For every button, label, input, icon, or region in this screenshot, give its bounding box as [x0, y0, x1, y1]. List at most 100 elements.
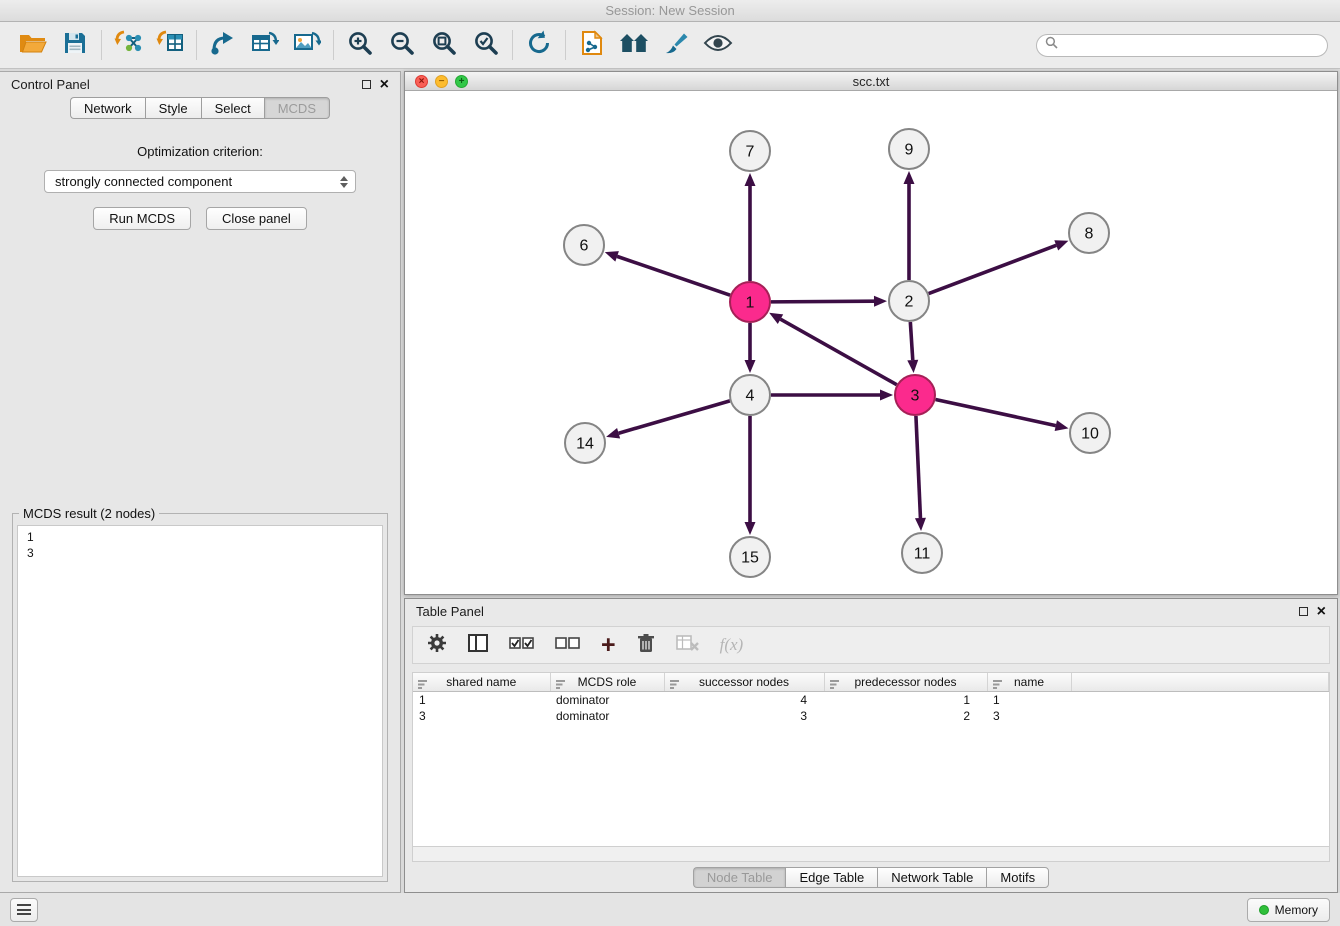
cell-filler: [1071, 708, 1329, 724]
right-side: × − + scc.txt 7968124314101511 Table Pan…: [404, 71, 1338, 893]
table-panel-title: Table Panel: [416, 604, 484, 619]
graph-edge-2-3[interactable]: [910, 322, 912, 360]
table-tab-network-table[interactable]: Network Table: [877, 867, 986, 888]
window-minimize-button[interactable]: −: [435, 75, 448, 88]
function-builder-button[interactable]: f(x): [720, 635, 744, 655]
graph-edge-3-10[interactable]: [936, 399, 1056, 425]
network-window-titlebar[interactable]: × − + scc.txt: [405, 72, 1337, 91]
node-table: shared name MCDS rolesuccessor nodesprede…: [412, 672, 1330, 847]
add-row-button[interactable]: +: [601, 635, 616, 655]
import-network-button[interactable]: [107, 26, 149, 64]
graph-edge-3-11[interactable]: [916, 416, 921, 518]
float-panel-icon[interactable]: [362, 80, 371, 89]
column-header-name[interactable]: name: [987, 673, 1071, 691]
graph-edge-1-6[interactable]: [617, 256, 730, 295]
graph-node-label: 11: [914, 546, 931, 563]
cell-mcds_role[interactable]: dominator: [550, 708, 664, 724]
node-table-row[interactable]: 1dominator411: [413, 691, 1329, 708]
network-from-table-button[interactable]: [244, 26, 286, 64]
column-header-predecessor-nodes[interactable]: predecessor nodes: [824, 673, 987, 691]
search-input[interactable]: [1063, 38, 1319, 52]
close-table-panel-icon[interactable]: ×: [1317, 606, 1326, 618]
cell-name[interactable]: 3: [987, 708, 1071, 724]
toolbar-separator: [101, 30, 102, 60]
session-home-button[interactable]: [613, 26, 655, 64]
zoom-out-button[interactable]: [381, 26, 423, 64]
export-image-button[interactable]: [286, 26, 328, 64]
style-brush-button[interactable]: [655, 26, 697, 64]
table-tab-motifs[interactable]: Motifs: [986, 867, 1049, 888]
column-header-successor-nodes[interactable]: successor nodes: [664, 673, 824, 691]
control-tab-network[interactable]: Network: [70, 97, 145, 119]
column-header-shared-name[interactable]: shared name: [413, 673, 550, 691]
table-settings-button[interactable]: [427, 633, 447, 658]
memory-label: Memory: [1275, 903, 1318, 917]
cell-mcds_role[interactable]: dominator: [550, 691, 664, 708]
run-mcds-button[interactable]: Run MCDS: [93, 207, 191, 230]
import-table-button[interactable]: [149, 26, 191, 64]
document-network-icon: [580, 30, 604, 61]
delete-row-button[interactable]: [637, 633, 655, 658]
graph-edge-2-8[interactable]: [929, 245, 1057, 293]
dropdown-stepper-icon: [340, 176, 348, 188]
columns-icon: [468, 634, 488, 657]
table-horizontal-scrollbar[interactable]: [412, 847, 1330, 862]
graph-edge-3-1[interactable]: [780, 319, 896, 385]
window-zoom-button[interactable]: +: [455, 75, 468, 88]
node-table-row[interactable]: 3dominator323: [413, 708, 1329, 724]
search-field[interactable]: [1036, 34, 1328, 57]
cell-name[interactable]: 1: [987, 691, 1071, 708]
delete-table-button[interactable]: [676, 634, 699, 657]
show-columns-button[interactable]: [468, 634, 488, 657]
graph-edge-4-14[interactable]: [619, 401, 730, 433]
memory-button[interactable]: Memory: [1247, 898, 1330, 922]
clone-network-button[interactable]: [571, 26, 613, 64]
dropdown-selected-value: strongly connected component: [55, 174, 232, 189]
open-session-button[interactable]: [12, 26, 54, 64]
cell-shared_name[interactable]: 1: [413, 691, 550, 708]
table-tab-node-table[interactable]: Node Table: [693, 867, 786, 888]
control-tab-style[interactable]: Style: [145, 97, 201, 119]
unchecked-boxes-icon: [555, 635, 580, 656]
column-header-MCDS-role[interactable]: MCDS role: [550, 673, 664, 691]
column-header-label: shared name: [446, 675, 516, 689]
select-all-button[interactable]: [509, 635, 534, 656]
window-close-button[interactable]: ×: [415, 75, 428, 88]
mcds-result-item[interactable]: 1: [27, 529, 373, 545]
graph-edge-arrowhead: [904, 171, 915, 184]
eye-icon: [703, 33, 733, 58]
zoom-fit-button[interactable]: [423, 26, 465, 64]
network-canvas[interactable]: 7968124314101511: [405, 91, 1337, 594]
optimization-dropdown[interactable]: strongly connected component: [44, 170, 356, 193]
save-session-button[interactable]: [54, 26, 96, 64]
apply-layout-button[interactable]: [518, 26, 560, 64]
task-history-button[interactable]: [10, 898, 38, 922]
float-table-panel-icon[interactable]: [1299, 607, 1308, 616]
deselect-all-button[interactable]: [555, 635, 580, 656]
zoom-in-button[interactable]: [339, 26, 381, 64]
gear-icon: [427, 633, 447, 658]
cell-successor_nodes[interactable]: 3: [664, 708, 824, 724]
zoom-selected-button[interactable]: [465, 26, 507, 64]
cell-shared_name[interactable]: 3: [413, 708, 550, 724]
main-area: Control Panel × NetworkStyleSelectMCDS O…: [0, 69, 1340, 893]
cell-predecessor_nodes[interactable]: 2: [824, 708, 987, 724]
show-hide-button[interactable]: [697, 26, 739, 64]
close-panel-button[interactable]: Close panel: [206, 207, 307, 230]
graph-edge-1-2[interactable]: [771, 301, 874, 302]
graph-edge-arrowhead: [880, 390, 893, 401]
graph-edge-arrowhead: [606, 428, 620, 439]
control-tab-mcds[interactable]: MCDS: [264, 97, 330, 119]
close-panel-icon[interactable]: ×: [380, 79, 389, 91]
graph-edge-arrowhead: [745, 173, 756, 186]
mcds-result-list[interactable]: 13: [17, 525, 383, 877]
column-type-icon: [418, 678, 428, 692]
cell-filler: [1071, 691, 1329, 708]
mcds-result-item[interactable]: 3: [27, 545, 373, 561]
cell-predecessor_nodes[interactable]: 1: [824, 691, 987, 708]
new-network-button[interactable]: [202, 26, 244, 64]
network-graph[interactable]: 7968124314101511: [405, 91, 1337, 594]
cell-successor_nodes[interactable]: 4: [664, 691, 824, 708]
table-tab-edge-table[interactable]: Edge Table: [785, 867, 877, 888]
control-tab-select[interactable]: Select: [201, 97, 264, 119]
